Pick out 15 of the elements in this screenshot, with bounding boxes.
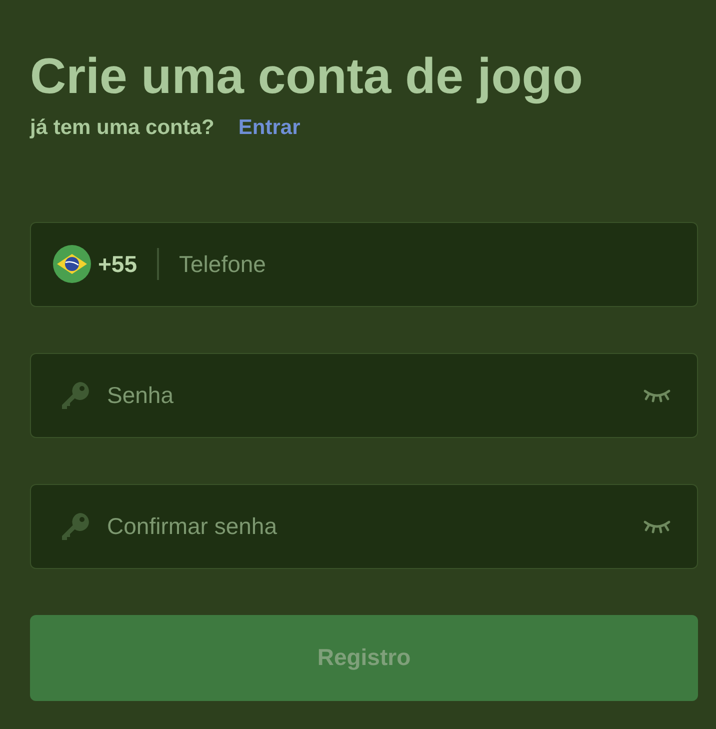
page-title: Crie uma conta de jogo	[30, 47, 584, 106]
password-field[interactable]: Senha	[30, 352, 698, 438]
country-code[interactable]: +55	[98, 246, 138, 282]
phone-input[interactable]: Telefone	[179, 246, 673, 282]
key-icon	[61, 511, 91, 541]
password-input[interactable]: Confirmar senha	[107, 508, 627, 544]
login-link[interactable]: Entrar	[238, 112, 300, 144]
key-icon	[61, 380, 91, 410]
password-input[interactable]: Senha	[107, 378, 627, 412]
password-field[interactable]: Confirmar senha	[30, 484, 698, 568]
phone-field[interactable]: +55 Telefone	[30, 222, 698, 306]
login-prompt: já tem uma conta?	[30, 115, 214, 141]
brazil-flag-icon	[53, 245, 91, 283]
closed-eye-icon[interactable]	[643, 518, 671, 534]
closed-eye-icon[interactable]	[643, 387, 671, 403]
